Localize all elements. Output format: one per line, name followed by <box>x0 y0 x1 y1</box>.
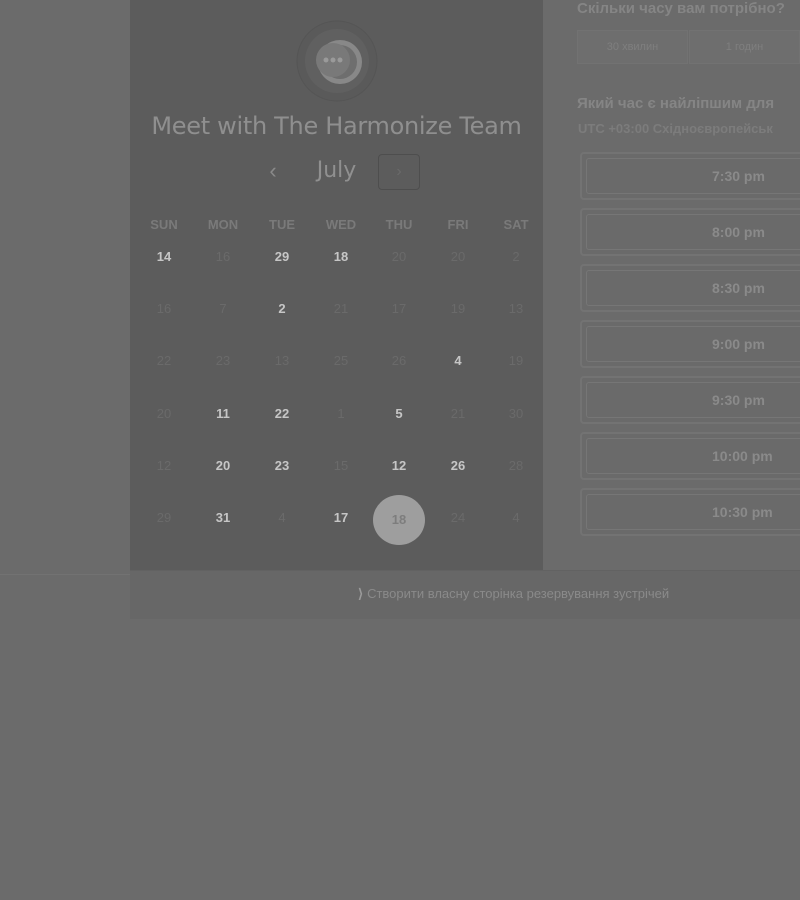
month-label: July <box>316 158 357 183</box>
calendar-day: 13 <box>508 301 524 316</box>
calendar-day: 25 <box>333 353 349 368</box>
duration-options: 30 хвилин 1 годин <box>577 30 800 64</box>
wand-icon: ⟩ <box>358 586 364 601</box>
calendar-day: 12 <box>156 458 172 473</box>
chevron-left-icon: ‹ <box>269 158 277 183</box>
selected-day-label: 18 <box>373 495 425 545</box>
calendar-day: 16 <box>156 301 172 316</box>
calendar-day[interactable]: 22 <box>255 405 309 459</box>
calendar-day: 21 <box>333 301 349 316</box>
calendar-day: 20 <box>391 249 407 264</box>
calendar-day[interactable]: 31 <box>196 509 250 563</box>
calendar-day: 15 <box>333 458 349 473</box>
calendar-day[interactable]: 23 <box>255 457 309 511</box>
time-slot-button[interactable]: 9:00 pm <box>580 320 800 368</box>
time-slot-button[interactable]: 10:30 pm <box>580 488 800 536</box>
calendar-day[interactable]: 20 <box>196 457 250 511</box>
calendar-day: 16 <box>215 249 231 264</box>
weekday-label: FRI <box>447 217 469 232</box>
calendar-day[interactable]: 18 <box>314 248 368 302</box>
calendar-day: 30 <box>508 406 524 421</box>
calendar-day[interactable]: 4 <box>431 352 485 406</box>
time-slot-button[interactable]: 8:30 pm <box>580 264 800 312</box>
calendar-day: 20 <box>156 406 172 421</box>
calendar-day: 22 <box>156 353 172 368</box>
month-navigation: July ‹ › <box>130 152 543 192</box>
time-slot-button[interactable]: 10:00 pm <box>580 432 800 480</box>
left-divider-line <box>0 574 130 575</box>
weekday-label: SAT <box>503 217 529 232</box>
logo <box>296 20 378 102</box>
calendar-day: 2 <box>512 249 520 264</box>
calendar-day: 21 <box>450 406 466 421</box>
calendar-day: 24 <box>450 510 466 525</box>
calendar-day: 17 <box>391 301 407 316</box>
selected-day[interactable]: 18 <box>372 495 426 563</box>
weekday-label: SUN <box>150 217 178 232</box>
prev-month-button[interactable]: ‹ <box>261 158 285 186</box>
calendar-day: 4 <box>512 510 520 525</box>
next-month-button[interactable]: › <box>378 154 420 190</box>
calendar-day: 29 <box>156 510 172 525</box>
weekday-label: THU <box>385 217 413 232</box>
create-booking-page-label: Створити власну сторінка резервування зу… <box>367 586 670 601</box>
calendar-day: 7 <box>219 301 227 316</box>
calendar-day[interactable]: 17 <box>314 509 368 563</box>
calendar-day: 23 <box>215 353 231 368</box>
time-slot-button[interactable]: 8:00 pm <box>580 208 800 256</box>
chat-bubble-logo-icon <box>296 20 378 102</box>
time-slot-button[interactable]: 7:30 pm <box>580 152 800 200</box>
calendar-day: 19 <box>450 301 466 316</box>
calendar-day[interactable]: 26 <box>431 457 485 511</box>
weekday-label: MON <box>207 217 239 232</box>
calendar-title: Meet with The Harmonize Team <box>151 112 522 140</box>
timezone-label[interactable]: UTC +03:00 Східноєвропейськ <box>578 121 773 136</box>
create-booking-page-link[interactable]: ⟩ Створити власну сторінка резервування з… <box>358 586 669 602</box>
calendar-day: 1 <box>337 406 345 421</box>
duration-heading: Скільки часу вам потрібно? <box>577 0 785 17</box>
time-heading: Який час є найліпшим для <box>577 95 775 112</box>
calendar-day: 26 <box>391 353 407 368</box>
time-slot-button[interactable]: 9:30 pm <box>580 376 800 424</box>
calendar-day: 28 <box>508 458 524 473</box>
calendar-day[interactable]: 2 <box>255 300 309 354</box>
calendar-day[interactable]: 5 <box>372 405 426 459</box>
calendar-day: 20 <box>450 249 466 264</box>
calendar-day: 4 <box>278 510 286 525</box>
weekday-label: TUE <box>269 217 295 232</box>
calendar-day[interactable]: 14 <box>137 248 191 302</box>
calendar-day[interactable]: 29 <box>255 248 309 302</box>
duration-1-hour-button[interactable]: 1 годин <box>689 30 800 64</box>
calendar-day[interactable]: 11 <box>196 405 250 459</box>
chevron-right-icon: › <box>396 163 402 180</box>
duration-30-min-button[interactable]: 30 хвилин <box>577 30 688 64</box>
calendar-day: 19 <box>508 353 524 368</box>
calendar-day: 13 <box>274 353 290 368</box>
weekday-label: WED <box>325 217 357 232</box>
